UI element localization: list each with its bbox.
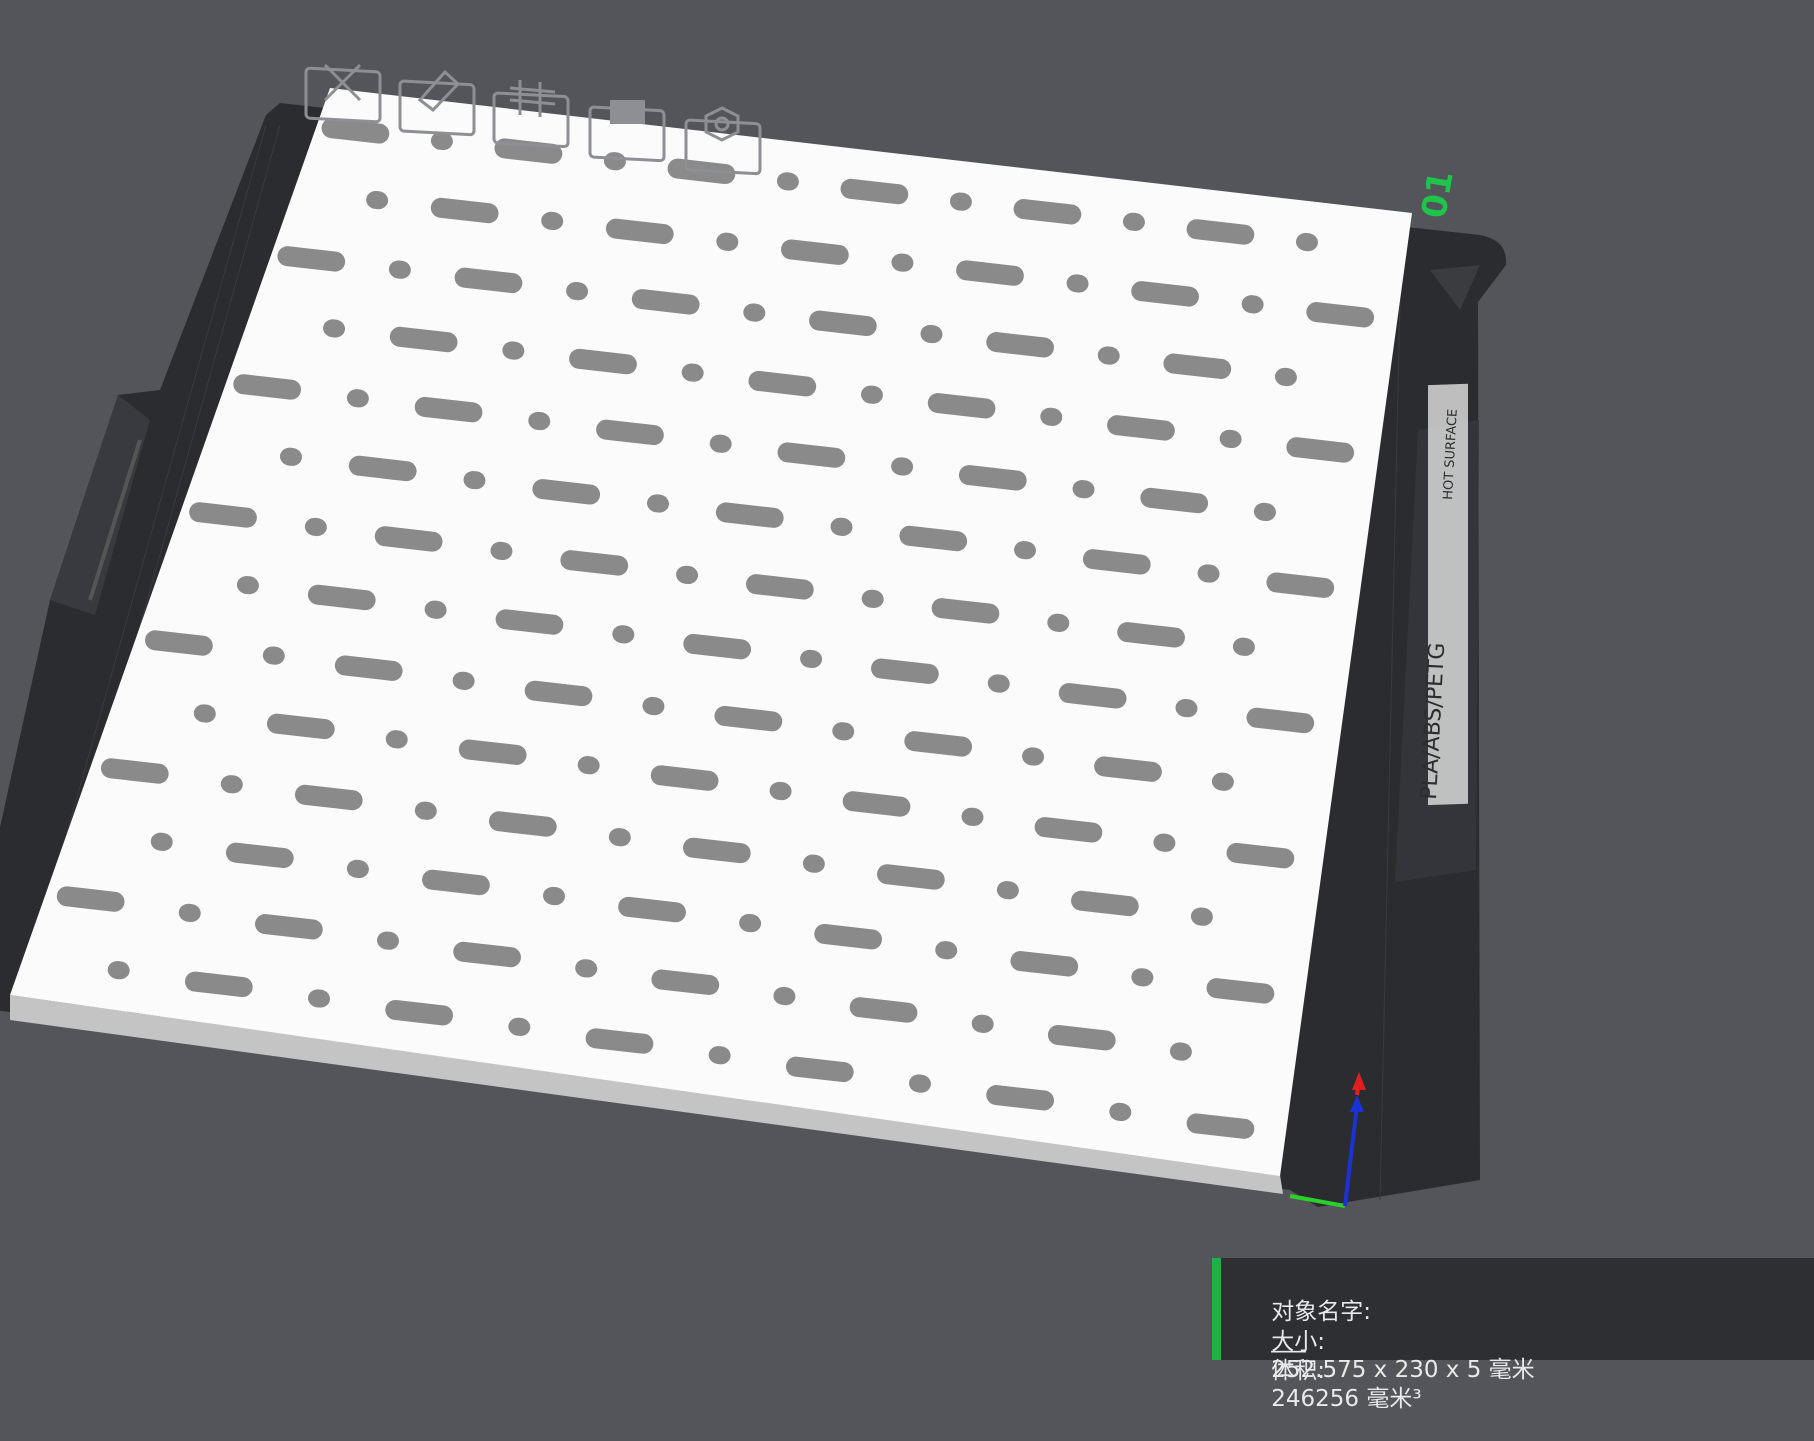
object-info-panel: 对象名字: ___ 大小: 252.575 x 230 x 5 毫米 体积: 2… <box>1212 1258 1814 1412</box>
info-accent-bar <box>1212 1258 1221 1360</box>
3d-viewport[interactable]: 01 PLA/ABS/PETG HOT SURFACE <box>0 0 1814 1360</box>
plate-index-label: 01 <box>1414 168 1462 222</box>
object-volume-label: 体积: <box>1271 1358 1325 1384</box>
object-volume-row: 体积: 246256 毫米³ <box>1242 1329 1422 1441</box>
object-volume-value: 246256 毫米³ <box>1271 1386 1422 1412</box>
